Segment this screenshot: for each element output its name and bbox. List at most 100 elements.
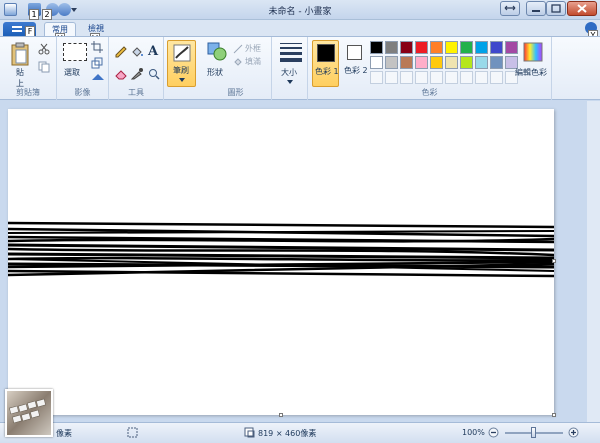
maximize-button[interactable] bbox=[546, 1, 566, 16]
size-label[interactable]: 大小 bbox=[281, 67, 297, 78]
brushes-button[interactable]: 筆刷 bbox=[167, 40, 196, 87]
color-picker-icon[interactable] bbox=[131, 68, 143, 80]
restore-size-button[interactable] bbox=[500, 1, 520, 16]
palette-swatch[interactable] bbox=[460, 56, 473, 69]
canvas-size-icon bbox=[244, 427, 255, 438]
zoom-level: 100% bbox=[462, 428, 485, 437]
color-2-swatch bbox=[347, 45, 362, 60]
outline-label[interactable]: 外框 bbox=[245, 43, 261, 54]
paste-icon[interactable] bbox=[10, 42, 30, 66]
select-icon[interactable] bbox=[63, 43, 87, 61]
tools-group: A 工具 bbox=[109, 37, 164, 100]
colors-group: 色彩 1 色彩 2 編輯色彩 色彩 bbox=[308, 37, 552, 100]
palette-swatch[interactable] bbox=[370, 71, 383, 84]
size-group: 大小 bbox=[272, 37, 308, 100]
palette-swatch[interactable] bbox=[385, 41, 398, 54]
palette-swatch[interactable] bbox=[415, 56, 428, 69]
clipboard-group-label: 剪貼簿 bbox=[16, 88, 40, 97]
tools-group-label: 工具 bbox=[128, 88, 144, 97]
canvas-dimensions: 819 × 460像素 bbox=[258, 429, 317, 438]
image-group-label: 影像 bbox=[74, 88, 91, 97]
size-icon[interactable] bbox=[280, 43, 302, 62]
palette-swatch[interactable] bbox=[415, 41, 428, 54]
palette-swatch[interactable] bbox=[490, 71, 503, 84]
palette-swatch[interactable] bbox=[370, 41, 383, 54]
palette-swatch[interactable] bbox=[445, 41, 458, 54]
palette-swatch[interactable] bbox=[475, 41, 488, 54]
canvas-resize-handle-corner[interactable] bbox=[552, 413, 556, 417]
palette-swatch[interactable] bbox=[475, 56, 488, 69]
title-bar: 1 2 未命名 - 小畫家 bbox=[0, 0, 600, 20]
crop-icon[interactable] bbox=[91, 41, 103, 53]
shapes-group: 形狀 外框 填滿 圖形 bbox=[200, 37, 272, 100]
palette-swatch[interactable] bbox=[430, 41, 443, 54]
palette-swatch[interactable] bbox=[370, 56, 383, 69]
close-button[interactable] bbox=[567, 1, 597, 16]
palette-swatch[interactable] bbox=[460, 41, 473, 54]
palette-swatch[interactable] bbox=[385, 56, 398, 69]
palette-swatch[interactable] bbox=[475, 71, 488, 84]
palette-swatch[interactable] bbox=[400, 71, 413, 84]
resize-icon[interactable] bbox=[91, 57, 103, 69]
select-button-label[interactable]: 選取 bbox=[64, 67, 80, 78]
palette-swatch[interactable] bbox=[430, 71, 443, 84]
color-1-swatch bbox=[317, 44, 335, 62]
palette-swatch[interactable] bbox=[445, 56, 458, 69]
vertical-scrollbar[interactable] bbox=[587, 101, 600, 422]
fill-label[interactable]: 填滿 bbox=[245, 56, 261, 67]
ribbon-tab-row: F 常用 檢視 H V Y bbox=[0, 20, 600, 44]
zoom-slider-thumb[interactable] bbox=[531, 427, 536, 438]
fill-bucket-icon[interactable] bbox=[131, 46, 143, 58]
cut-icon[interactable] bbox=[38, 43, 50, 55]
brushes-chevron-down-icon bbox=[179, 78, 185, 82]
palette-swatch[interactable] bbox=[400, 41, 413, 54]
brushes-label: 筆刷 bbox=[173, 66, 189, 75]
fill-icon[interactable] bbox=[233, 57, 243, 67]
canvas-area bbox=[0, 101, 600, 422]
selection-size-icon bbox=[127, 427, 138, 438]
palette-swatch[interactable] bbox=[445, 71, 458, 84]
shapes-button-label[interactable]: 形狀 bbox=[207, 67, 223, 78]
color-1-label: 色彩 1 bbox=[315, 67, 339, 76]
keyboard-thumbnail-image bbox=[5, 389, 53, 437]
canvas-resize-handle-right[interactable] bbox=[552, 259, 556, 263]
palette-swatch[interactable] bbox=[415, 71, 428, 84]
zoom-in-icon[interactable] bbox=[568, 427, 579, 438]
text-tool-icon[interactable]: A bbox=[148, 44, 158, 59]
image-group: 選取 影像 bbox=[57, 37, 109, 100]
palette-swatch[interactable] bbox=[430, 56, 443, 69]
ribbon: 貼 上 剪貼簿 選取 影像 A 工具 筆刷 形狀 外框 填滿 圖形 大小 色彩 … bbox=[0, 36, 600, 100]
palette-swatch[interactable] bbox=[490, 41, 503, 54]
zoom-slider[interactable] bbox=[505, 427, 563, 438]
palette-swatch[interactable] bbox=[505, 41, 518, 54]
drawing-strokes bbox=[8, 221, 554, 278]
magnifier-icon[interactable] bbox=[148, 68, 160, 80]
edit-colors-label[interactable]: 編輯色彩 bbox=[515, 67, 547, 78]
pencil-icon[interactable] bbox=[115, 46, 127, 58]
clipboard-group: 貼 上 剪貼簿 bbox=[0, 37, 57, 100]
rotate-icon[interactable] bbox=[91, 72, 105, 82]
zoom-out-icon[interactable] bbox=[488, 427, 499, 438]
palette-swatch[interactable] bbox=[400, 56, 413, 69]
color-2-label: 色彩 2 bbox=[344, 66, 368, 75]
shapes-group-label: 圖形 bbox=[227, 88, 244, 97]
color-palette bbox=[370, 41, 520, 86]
size-chevron-down-icon bbox=[287, 80, 293, 84]
copy-icon[interactable] bbox=[38, 61, 50, 73]
eraser-icon[interactable] bbox=[115, 68, 127, 80]
minimize-button[interactable] bbox=[526, 1, 546, 16]
paste-button-label[interactable]: 貼 bbox=[16, 67, 24, 78]
edit-colors-icon[interactable] bbox=[523, 42, 543, 62]
cursor-position-text: 像素 bbox=[56, 429, 72, 438]
color-2-button[interactable]: 色彩 2 bbox=[342, 40, 369, 87]
palette-swatch[interactable] bbox=[490, 56, 503, 69]
outline-icon[interactable] bbox=[233, 44, 243, 54]
shapes-icon[interactable] bbox=[207, 42, 227, 62]
canvas-resize-handle-bottom[interactable] bbox=[279, 413, 283, 417]
status-bar: 像素 819 × 460像素 100% bbox=[0, 422, 600, 443]
color-1-button[interactable]: 色彩 1 bbox=[312, 40, 339, 87]
brush-icon bbox=[173, 44, 191, 62]
drawing-canvas[interactable] bbox=[8, 109, 556, 417]
palette-swatch[interactable] bbox=[385, 71, 398, 84]
palette-swatch[interactable] bbox=[460, 71, 473, 84]
